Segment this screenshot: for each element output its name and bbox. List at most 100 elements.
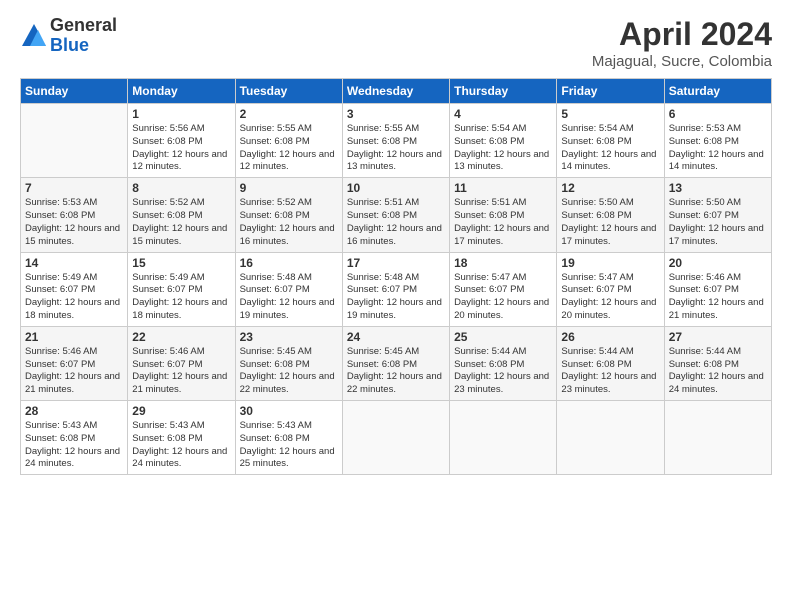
calendar-cell: 27 Sunrise: 5:44 AM Sunset: 6:08 PM Dayli… [664,326,771,400]
day-number: 14 [25,256,123,270]
day-info: Sunrise: 5:45 AM Sunset: 6:08 PM Dayligh… [240,346,338,397]
day-info: Sunrise: 5:49 AM Sunset: 6:07 PM Dayligh… [132,272,230,323]
calendar-cell: 11 Sunrise: 5:51 AM Sunset: 6:08 PM Dayli… [450,178,557,252]
day-info: Sunrise: 5:43 AM Sunset: 6:08 PM Dayligh… [132,420,230,471]
day-info: Sunrise: 5:55 AM Sunset: 6:08 PM Dayligh… [347,123,445,174]
day-info: Sunrise: 5:50 AM Sunset: 6:07 PM Dayligh… [669,197,767,248]
day-number: 22 [132,330,230,344]
calendar-cell [450,401,557,475]
calendar-cell: 16 Sunrise: 5:48 AM Sunset: 6:07 PM Dayli… [235,252,342,326]
day-number: 10 [347,181,445,195]
day-info: Sunrise: 5:43 AM Sunset: 6:08 PM Dayligh… [25,420,123,471]
day-number: 16 [240,256,338,270]
calendar-cell: 30Sunrise: 5:43 AM Sunset: 6:08 PM Dayli… [235,401,342,475]
calendar-cell [342,401,449,475]
day-number: 4 [454,107,552,121]
day-number: 7 [25,181,123,195]
day-number: 25 [454,330,552,344]
day-info: Sunrise: 5:50 AM Sunset: 6:08 PM Dayligh… [561,197,659,248]
calendar-week-1: 1 Sunrise: 5:56 AM Sunset: 6:08 PM Daylig… [21,104,772,178]
calendar-week-3: 14 Sunrise: 5:49 AM Sunset: 6:07 PM Dayli… [21,252,772,326]
day-number: 15 [132,256,230,270]
day-info: Sunrise: 5:47 AM Sunset: 6:07 PM Dayligh… [561,272,659,323]
header-row: General Blue April 2024 Majagual, Sucre,… [20,16,772,70]
calendar-cell: 19Sunrise: 5:47 AM Sunset: 6:07 PM Dayli… [557,252,664,326]
calendar-week-5: 28 Sunrise: 5:43 AM Sunset: 6:08 PM Dayli… [21,401,772,475]
day-number: 21 [25,330,123,344]
day-number: 27 [669,330,767,344]
calendar-cell: 14Sunrise: 5:49 AM Sunset: 6:07 PM Dayli… [21,252,128,326]
day-info: Sunrise: 5:46 AM Sunset: 6:07 PM Dayligh… [132,346,230,397]
day-number: 24 [347,330,445,344]
weekday-header-sunday: Sunday [21,79,128,104]
calendar-cell: 1 Sunrise: 5:56 AM Sunset: 6:08 PM Daylig… [128,104,235,178]
calendar-cell: 23 Sunrise: 5:45 AM Sunset: 6:08 PM Dayli… [235,326,342,400]
day-info: Sunrise: 5:53 AM Sunset: 6:08 PM Dayligh… [669,123,767,174]
calendar-cell: 15 Sunrise: 5:49 AM Sunset: 6:07 PM Dayli… [128,252,235,326]
day-info: Sunrise: 5:52 AM Sunset: 6:08 PM Dayligh… [132,197,230,248]
day-number: 3 [347,107,445,121]
title-block: April 2024 Majagual, Sucre, Colombia [592,16,772,70]
day-info: Sunrise: 5:52 AM Sunset: 6:08 PM Dayligh… [240,197,338,248]
calendar-cell: 9 Sunrise: 5:52 AM Sunset: 6:08 PM Daylig… [235,178,342,252]
calendar-cell: 3 Sunrise: 5:55 AM Sunset: 6:08 PM Daylig… [342,104,449,178]
weekday-header-saturday: Saturday [664,79,771,104]
calendar-cell: 22 Sunrise: 5:46 AM Sunset: 6:07 PM Dayli… [128,326,235,400]
calendar-cell [664,401,771,475]
calendar-cell: 10 Sunrise: 5:51 AM Sunset: 6:08 PM Dayli… [342,178,449,252]
day-info: Sunrise: 5:56 AM Sunset: 6:08 PM Dayligh… [132,123,230,174]
day-info: Sunrise: 5:45 AM Sunset: 6:08 PM Dayligh… [347,346,445,397]
day-info: Sunrise: 5:54 AM Sunset: 6:08 PM Dayligh… [454,123,552,174]
calendar-cell: 20Sunrise: 5:46 AM Sunset: 6:07 PM Dayli… [664,252,771,326]
calendar-cell [21,104,128,178]
weekday-header-monday: Monday [128,79,235,104]
calendar-cell: 18Sunrise: 5:47 AM Sunset: 6:07 PM Dayli… [450,252,557,326]
day-info: Sunrise: 5:47 AM Sunset: 6:07 PM Dayligh… [454,272,552,323]
day-number: 28 [25,404,123,418]
day-info: Sunrise: 5:44 AM Sunset: 6:08 PM Dayligh… [669,346,767,397]
day-number: 1 [132,107,230,121]
logo: General Blue [20,16,117,56]
calendar-cell: 13 Sunrise: 5:50 AM Sunset: 6:07 PM Dayli… [664,178,771,252]
calendar-cell: 7 Sunrise: 5:53 AM Sunset: 6:08 PM Daylig… [21,178,128,252]
day-number: 26 [561,330,659,344]
calendar-cell: 21Sunrise: 5:46 AM Sunset: 6:07 PM Dayli… [21,326,128,400]
calendar-cell [557,401,664,475]
weekday-header-friday: Friday [557,79,664,104]
calendar-table: SundayMondayTuesdayWednesdayThursdayFrid… [20,78,772,475]
day-info: Sunrise: 5:53 AM Sunset: 6:08 PM Dayligh… [25,197,123,248]
calendar-cell: 2Sunrise: 5:55 AM Sunset: 6:08 PM Daylig… [235,104,342,178]
calendar-cell: 6 Sunrise: 5:53 AM Sunset: 6:08 PM Daylig… [664,104,771,178]
day-number: 12 [561,181,659,195]
logo-general: General [50,16,117,36]
weekday-header-wednesday: Wednesday [342,79,449,104]
day-info: Sunrise: 5:43 AM Sunset: 6:08 PM Dayligh… [240,420,338,471]
day-number: 6 [669,107,767,121]
calendar-cell: 17Sunrise: 5:48 AM Sunset: 6:07 PM Dayli… [342,252,449,326]
calendar-cell: 8 Sunrise: 5:52 AM Sunset: 6:08 PM Daylig… [128,178,235,252]
day-info: Sunrise: 5:46 AM Sunset: 6:07 PM Dayligh… [669,272,767,323]
day-info: Sunrise: 5:51 AM Sunset: 6:08 PM Dayligh… [454,197,552,248]
page-container: General Blue April 2024 Majagual, Sucre,… [0,0,792,485]
day-info: Sunrise: 5:51 AM Sunset: 6:08 PM Dayligh… [347,197,445,248]
day-number: 9 [240,181,338,195]
day-number: 8 [132,181,230,195]
calendar-cell: 26Sunrise: 5:44 AM Sunset: 6:08 PM Dayli… [557,326,664,400]
weekday-header-tuesday: Tuesday [235,79,342,104]
day-info: Sunrise: 5:44 AM Sunset: 6:08 PM Dayligh… [454,346,552,397]
calendar-week-2: 7 Sunrise: 5:53 AM Sunset: 6:08 PM Daylig… [21,178,772,252]
day-info: Sunrise: 5:48 AM Sunset: 6:07 PM Dayligh… [347,272,445,323]
day-number: 13 [669,181,767,195]
day-number: 23 [240,330,338,344]
weekday-header-thursday: Thursday [450,79,557,104]
day-info: Sunrise: 5:48 AM Sunset: 6:07 PM Dayligh… [240,272,338,323]
day-number: 29 [132,404,230,418]
day-info: Sunrise: 5:54 AM Sunset: 6:08 PM Dayligh… [561,123,659,174]
day-info: Sunrise: 5:55 AM Sunset: 6:08 PM Dayligh… [240,123,338,174]
day-number: 11 [454,181,552,195]
calendar-cell: 28 Sunrise: 5:43 AM Sunset: 6:08 PM Dayli… [21,401,128,475]
calendar-cell: 5Sunrise: 5:54 AM Sunset: 6:08 PM Daylig… [557,104,664,178]
location: Majagual, Sucre, Colombia [592,53,772,70]
logo-icon [20,22,48,50]
logo-text: General Blue [50,16,117,56]
